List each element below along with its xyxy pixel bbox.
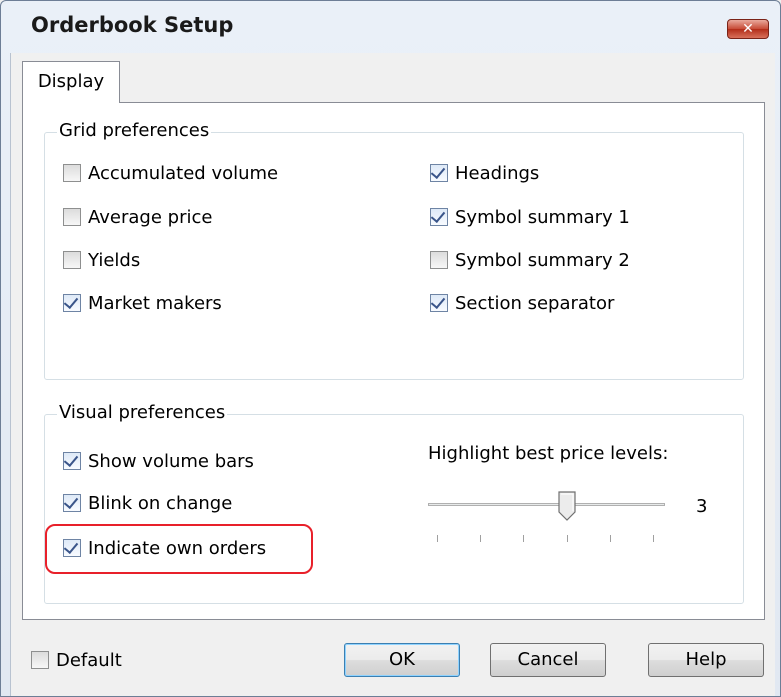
slider-track bbox=[428, 503, 665, 506]
highlight-levels-value: 3 bbox=[696, 496, 708, 517]
checkbox-box[interactable] bbox=[430, 207, 448, 226]
checkbox-box[interactable] bbox=[430, 293, 448, 312]
checkbox-box[interactable] bbox=[63, 493, 81, 512]
checkbox-label: Show volume bars bbox=[88, 450, 254, 472]
grid-preferences-title: Grid preferences bbox=[57, 120, 212, 141]
checkbox-label: Default bbox=[56, 649, 122, 671]
checkbox-accumulated-volume[interactable]: Accumulated volume bbox=[63, 160, 278, 186]
checkbox-box[interactable] bbox=[63, 164, 81, 182]
checkbox-label: Section separator bbox=[455, 292, 615, 314]
checkbox-default[interactable]: Default bbox=[31, 647, 122, 673]
checkbox-box[interactable] bbox=[63, 208, 81, 226]
check-mark-icon bbox=[430, 163, 446, 180]
visual-preferences-title: Visual preferences bbox=[57, 402, 228, 423]
checkbox-section-separator[interactable]: Section separator bbox=[430, 290, 614, 316]
tab-display[interactable]: Display bbox=[22, 61, 120, 103]
checkbox-box[interactable] bbox=[430, 163, 448, 182]
highlight-levels-slider[interactable] bbox=[428, 485, 668, 545]
visual-preferences-group: Visual preferences Show volume bars Blin… bbox=[44, 402, 744, 604]
checkbox-yields[interactable]: Yields bbox=[63, 247, 140, 273]
checkbox-show-volume-bars[interactable]: Show volume bars bbox=[63, 448, 254, 474]
tab-panel-display: Grid preferences Accumulated volume Aver… bbox=[22, 102, 765, 620]
close-button[interactable]: ✕ bbox=[727, 19, 769, 39]
checkbox-label: Symbol summary 1 bbox=[455, 206, 630, 228]
checkbox-label: Symbol summary 2 bbox=[455, 249, 630, 271]
ok-button[interactable]: OK bbox=[344, 643, 460, 677]
check-mark-icon bbox=[63, 293, 79, 310]
dialog-client-area: Display Grid preferences Accumulated vol… bbox=[10, 53, 775, 696]
close-icon: ✕ bbox=[742, 21, 754, 37]
checkbox-box[interactable] bbox=[63, 451, 81, 470]
checkbox-label: Market makers bbox=[88, 292, 222, 314]
checkbox-symbol-summary-2[interactable]: Symbol summary 2 bbox=[430, 247, 630, 273]
checkbox-box[interactable] bbox=[31, 651, 49, 669]
checkbox-headings[interactable]: Headings bbox=[430, 160, 539, 186]
slider-thumb[interactable] bbox=[557, 491, 577, 521]
highlight-levels-label: Highlight best price levels: bbox=[428, 443, 669, 464]
checkbox-blink-on-change[interactable]: Blink on change bbox=[63, 490, 232, 516]
check-mark-icon bbox=[63, 451, 79, 468]
slider-tick bbox=[610, 535, 611, 542]
checkbox-label: Headings bbox=[455, 162, 540, 184]
help-button[interactable]: Help bbox=[648, 643, 764, 677]
window-title: Orderbook Setup bbox=[31, 13, 234, 37]
checkbox-average-price[interactable]: Average price bbox=[63, 204, 212, 230]
checkbox-box[interactable] bbox=[63, 293, 81, 312]
checkbox-label: Accumulated volume bbox=[88, 162, 279, 184]
checkbox-label: Yields bbox=[88, 249, 141, 271]
grid-preferences-group: Grid preferences Accumulated volume Aver… bbox=[44, 120, 744, 380]
checkbox-label: Blink on change bbox=[88, 492, 233, 514]
check-mark-icon bbox=[430, 207, 446, 224]
dialog-window: Orderbook Setup ✕ Display Grid preferenc… bbox=[0, 0, 781, 697]
checkbox-label: Average price bbox=[88, 206, 213, 228]
slider-tick bbox=[567, 535, 568, 542]
checkbox-box[interactable] bbox=[63, 251, 81, 269]
checkbox-symbol-summary-1[interactable]: Symbol summary 1 bbox=[430, 204, 630, 230]
checkbox-box[interactable] bbox=[430, 251, 448, 269]
cancel-button[interactable]: Cancel bbox=[490, 643, 606, 677]
annotation-highlight-ring bbox=[45, 524, 313, 574]
slider-tick bbox=[653, 535, 654, 542]
check-mark-icon bbox=[63, 493, 79, 510]
slider-tick bbox=[437, 535, 438, 542]
title-bar[interactable]: Orderbook Setup ✕ bbox=[1, 1, 780, 53]
checkbox-market-makers[interactable]: Market makers bbox=[63, 290, 222, 316]
slider-tick bbox=[480, 535, 481, 542]
slider-tick bbox=[523, 535, 524, 542]
check-mark-icon bbox=[430, 293, 446, 310]
